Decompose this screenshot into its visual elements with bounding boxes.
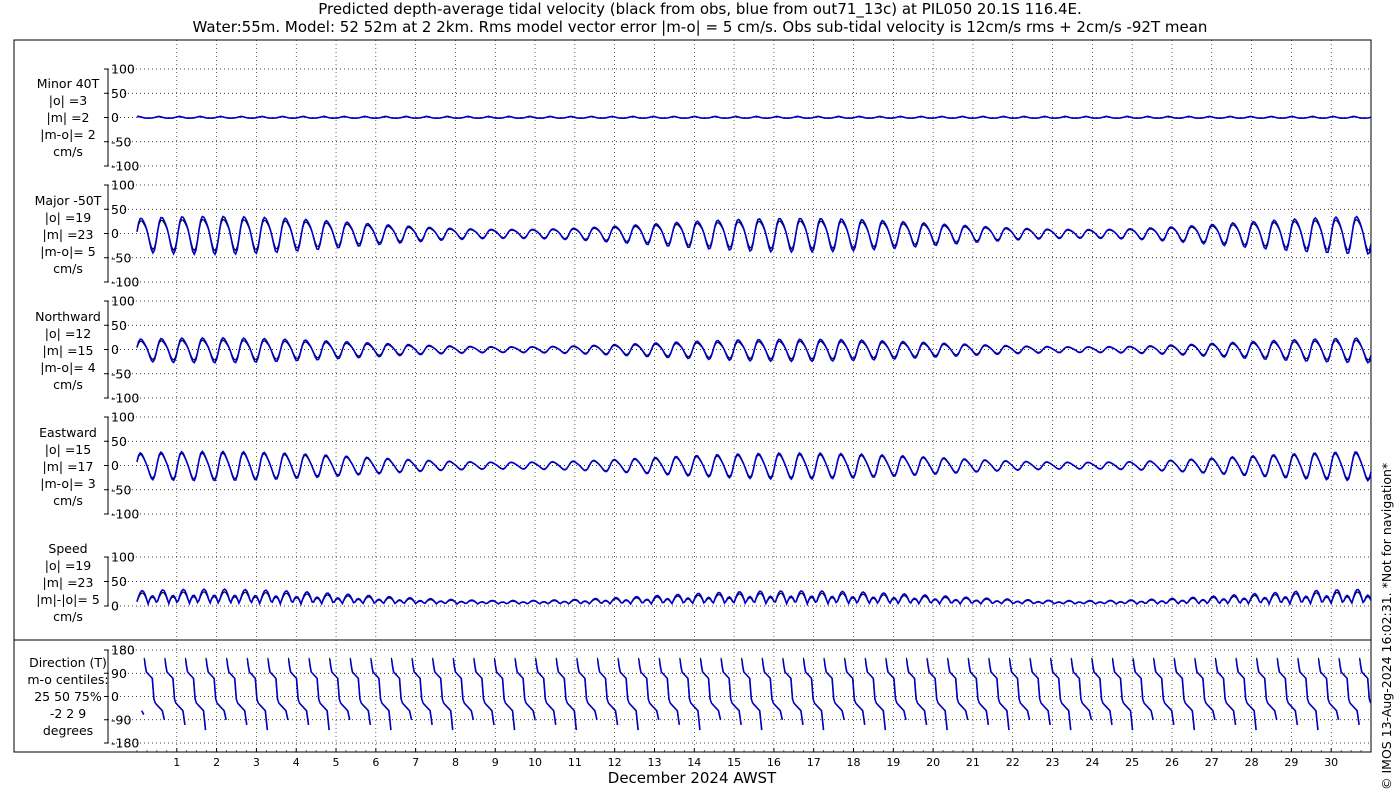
panel-label-line: |o| =19 xyxy=(44,210,92,225)
lower-frame xyxy=(13,639,1372,753)
x-tick-label: 25 xyxy=(1125,756,1139,769)
panel-label-line: |o| =3 xyxy=(48,93,88,108)
panel-label-line: |m| =23 xyxy=(42,575,94,590)
x-tick-label: 1 xyxy=(173,756,180,769)
panel-label-direction: Direction (T) m-o centiles: 25 50 75% -2… xyxy=(16,654,120,739)
x-tick-label: 13 xyxy=(647,756,661,769)
panel-label-line: |o| =19 xyxy=(44,558,92,573)
panel-label-line: cm/s xyxy=(53,377,83,392)
panel-label-line: Minor 40T xyxy=(36,76,100,91)
panel-label-line: |m-o|= 2 xyxy=(40,127,96,142)
x-tick-label: 29 xyxy=(1284,756,1298,769)
x-tick-label: 24 xyxy=(1085,756,1099,769)
x-tick-label: 30 xyxy=(1324,756,1338,769)
panel-label-line: |o| =15 xyxy=(44,442,92,457)
copyright-credit: © IMOS 13-Aug-2024 16:02:31. *Not for na… xyxy=(1379,462,1394,790)
x-tick-label: 27 xyxy=(1205,756,1219,769)
x-tick-label: 4 xyxy=(293,756,300,769)
panel-label-line: |m-o|= 4 xyxy=(40,360,96,375)
panel-label-line: cm/s xyxy=(53,493,83,508)
upper-frame xyxy=(13,39,1372,641)
x-tick-label: 26 xyxy=(1165,756,1179,769)
x-tick-label: 8 xyxy=(452,756,459,769)
y-tick-label: 100 xyxy=(111,294,135,309)
panel-label-line: Eastward xyxy=(39,425,97,440)
panel-label-line: |m-o|= 3 xyxy=(40,476,96,491)
panel-label-line: Direction (T) xyxy=(29,655,107,670)
model-series-line xyxy=(136,215,1372,257)
x-tick-label: 2 xyxy=(213,756,220,769)
panel-label-line: m-o centiles: xyxy=(27,672,109,687)
model-series-line xyxy=(136,336,1372,364)
x-tick-label: 21 xyxy=(966,756,980,769)
x-tick-label: 7 xyxy=(412,756,419,769)
x-tick-label: 11 xyxy=(568,756,582,769)
obs-direction-line xyxy=(141,657,1371,731)
y-tick-label: 100 xyxy=(111,178,135,193)
x-tick-label: 17 xyxy=(807,756,821,769)
x-tick-label: 23 xyxy=(1046,756,1060,769)
x-tick-label: 3 xyxy=(253,756,260,769)
x-tick-label: 15 xyxy=(727,756,741,769)
x-tick-label: 28 xyxy=(1245,756,1259,769)
panel-label-line: cm/s xyxy=(53,609,83,624)
x-tick-label: 12 xyxy=(608,756,622,769)
panel-label-line: |m| =15 xyxy=(42,343,94,358)
panel-label-line: |m| =23 xyxy=(42,227,94,242)
model-series-line xyxy=(136,115,1372,119)
panel-label-speed: Speed |o| =19 |m| =23 |m|-|o|= 5 cm/s xyxy=(18,540,118,625)
x-tick-label: 14 xyxy=(687,756,701,769)
x-tick-label: 9 xyxy=(492,756,499,769)
model-series-line xyxy=(136,450,1372,483)
panel-label-line: |m|-|o|= 5 xyxy=(36,592,100,607)
panel-label-northward: Northward |o| =12 |m| =15 |m-o|= 4 cm/s xyxy=(18,308,118,393)
panel-label-line: cm/s xyxy=(53,144,83,159)
panel-label-line: 25 50 75% xyxy=(34,689,102,704)
x-tick-label: 16 xyxy=(767,756,781,769)
y-tick-label: 100 xyxy=(111,410,135,425)
tidal-velocity-plot: 100500-50-100100500-50-100100500-50-1001… xyxy=(13,39,1372,787)
x-tick-label: 5 xyxy=(333,756,340,769)
x-tick-label: 20 xyxy=(926,756,940,769)
panel-label-line: Northward xyxy=(35,309,101,324)
model-series-line xyxy=(136,588,1372,607)
x-tick-label: 19 xyxy=(886,756,900,769)
panel-label-line: |o| =12 xyxy=(44,326,92,341)
x-tick-label: 10 xyxy=(528,756,542,769)
panel-label-line: Major -50T xyxy=(34,193,102,208)
panel-label-eastward: Eastward |o| =15 |m| =17 |m-o|= 3 cm/s xyxy=(18,424,118,509)
panel-label-line: |m-o|= 5 xyxy=(40,244,96,259)
panel-label-line: |m| =17 xyxy=(42,459,94,474)
panel-label-line: Speed xyxy=(48,541,88,556)
panel-label-line: degrees xyxy=(42,723,94,738)
panel-label-major: Major -50T |o| =19 |m| =23 |m-o|= 5 cm/s xyxy=(18,192,118,277)
panel-label-line: cm/s xyxy=(53,261,83,276)
y-tick-label: -100 xyxy=(111,159,139,174)
panel-label-line: -2 2 9 xyxy=(49,706,87,721)
x-tick-label: 6 xyxy=(372,756,379,769)
x-tick-label: 18 xyxy=(847,756,861,769)
x-tick-label: 22 xyxy=(1006,756,1020,769)
panel-label-line: |m| =2 xyxy=(46,110,90,125)
panel-label-minor: Minor 40T |o| =3 |m| =2 |m-o|= 2 cm/s xyxy=(20,75,116,160)
x-axis-label: December 2024 AWST xyxy=(608,769,777,787)
